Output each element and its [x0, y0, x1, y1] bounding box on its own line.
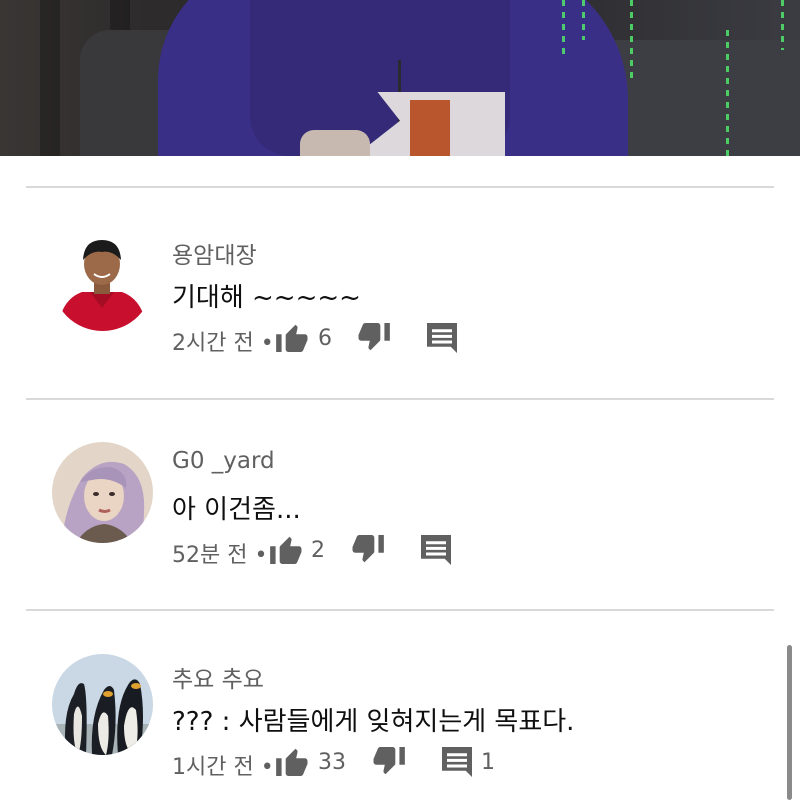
avatar[interactable] — [52, 654, 153, 755]
comment-icon[interactable] — [421, 535, 451, 565]
avatar[interactable] — [52, 442, 153, 543]
comment-author[interactable]: 추요 추요 — [172, 660, 264, 694]
like-count: 6 — [318, 326, 332, 351]
thumbs-down-icon[interactable] — [357, 323, 390, 353]
matrix-rain — [562, 0, 565, 60]
comment-item: G0 _yard 아 이건좀... 52분 전 • 2 — [0, 428, 800, 588]
comment-time: 1시간 전 • — [172, 755, 274, 780]
comment-icon[interactable] — [427, 323, 457, 353]
comment-text: 기대해 ~~~~~ — [172, 283, 361, 313]
comment-item: 용암대장 기대해 ~~~~~ 2시간 전 • 6 — [0, 216, 800, 376]
comment-text: 아 이건좀... — [172, 495, 301, 525]
comment-author[interactable]: G0 _yard — [172, 448, 275, 474]
thumbs-up-icon[interactable] — [276, 746, 309, 776]
like-count: 33 — [318, 750, 346, 775]
reply-count: 1 — [481, 750, 495, 775]
avatar[interactable] — [52, 230, 153, 331]
comment-time: 52분 전 • — [172, 543, 268, 568]
comment-item: 추요 추요 ??? : 사람들에게 잊혀지는게 목표다. 1시간 전 • 33 … — [0, 640, 800, 800]
thumbs-up-icon[interactable] — [276, 322, 309, 352]
thumbs-down-icon[interactable] — [351, 535, 384, 565]
video-player[interactable] — [0, 0, 800, 156]
comment-time: 2시간 전 • — [172, 331, 274, 356]
comment-text: ??? : 사람들에게 잊혀지는게 목표다. — [172, 707, 575, 737]
thumbs-down-icon[interactable] — [372, 747, 405, 777]
divider — [26, 398, 774, 400]
thumbs-up-icon[interactable] — [270, 534, 303, 564]
hand — [300, 130, 370, 156]
like-count: 2 — [311, 538, 325, 563]
comment-icon[interactable] — [442, 747, 472, 777]
divider — [26, 609, 774, 611]
scrollbar[interactable] — [787, 645, 792, 800]
divider — [26, 186, 774, 188]
comment-author[interactable]: 용암대장 — [172, 236, 257, 270]
